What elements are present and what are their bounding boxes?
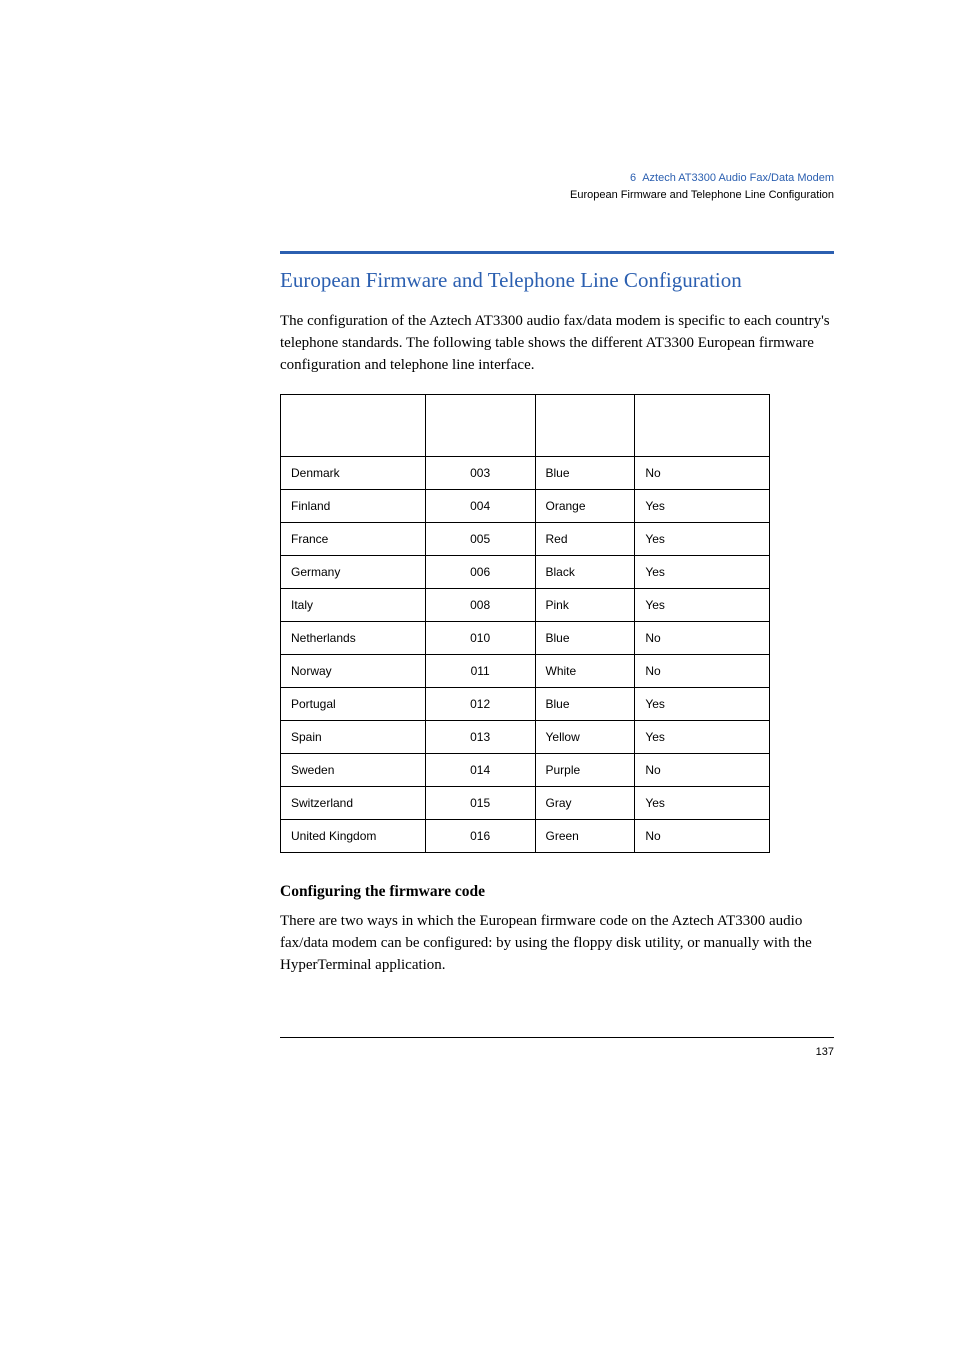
cell-code: 011	[425, 655, 535, 688]
cell-code: 010	[425, 622, 535, 655]
table-row: Netherlands 010 Blue No	[281, 622, 770, 655]
table-row: Spain 013 Yellow Yes	[281, 721, 770, 754]
col-header-code	[425, 395, 535, 457]
table-row: Finland 004 Orange Yes	[281, 490, 770, 523]
cell-country: France	[281, 523, 426, 556]
table-row: Switzerland 015 Gray Yes	[281, 787, 770, 820]
cell-code: 016	[425, 820, 535, 853]
cell-interface: Yes	[635, 523, 770, 556]
cell-interface: No	[635, 754, 770, 787]
cell-country: Norway	[281, 655, 426, 688]
cell-color: Purple	[535, 754, 635, 787]
subsection-body: There are two ways in which the European…	[280, 911, 834, 976]
table-row: Italy 008 Pink Yes	[281, 589, 770, 622]
section-rule	[280, 251, 834, 254]
cell-code: 008	[425, 589, 535, 622]
cell-color: Blue	[535, 622, 635, 655]
cell-color: Yellow	[535, 721, 635, 754]
cell-interface: No	[635, 622, 770, 655]
intro-paragraph: The configuration of the Aztech AT3300 a…	[280, 311, 834, 376]
header-subtitle: European Firmware and Telephone Line Con…	[570, 189, 834, 201]
chapter-number: 6	[630, 172, 636, 184]
cell-color: Blue	[535, 457, 635, 490]
cell-color: Orange	[535, 490, 635, 523]
cell-code: 014	[425, 754, 535, 787]
cell-interface: Yes	[635, 688, 770, 721]
cell-interface: Yes	[635, 721, 770, 754]
cell-color: Red	[535, 523, 635, 556]
cell-color: Black	[535, 556, 635, 589]
cell-code: 005	[425, 523, 535, 556]
cell-code: 003	[425, 457, 535, 490]
col-header-country	[281, 395, 426, 457]
page-content: 6 Aztech AT3300 Audio Fax/Data Modem Eur…	[0, 0, 954, 1118]
table-row: Portugal 012 Blue Yes	[281, 688, 770, 721]
cell-color: Gray	[535, 787, 635, 820]
cell-interface: No	[635, 457, 770, 490]
cell-color: White	[535, 655, 635, 688]
cell-code: 012	[425, 688, 535, 721]
table-row: Germany 006 Black Yes	[281, 556, 770, 589]
page-number: 137	[280, 1046, 834, 1058]
cell-country: Finland	[281, 490, 426, 523]
cell-country: Denmark	[281, 457, 426, 490]
cell-interface: Yes	[635, 589, 770, 622]
cell-country: Switzerland	[281, 787, 426, 820]
table-row: Denmark 003 Blue No	[281, 457, 770, 490]
cell-country: Spain	[281, 721, 426, 754]
table-row: Norway 011 White No	[281, 655, 770, 688]
cell-interface: Yes	[635, 787, 770, 820]
cell-country: Sweden	[281, 754, 426, 787]
cell-interface: No	[635, 655, 770, 688]
cell-country: Portugal	[281, 688, 426, 721]
cell-interface: Yes	[635, 556, 770, 589]
running-header: 6 Aztech AT3300 Audio Fax/Data Modem Eur…	[280, 170, 834, 203]
chapter-title: Aztech AT3300 Audio Fax/Data Modem	[642, 172, 834, 184]
cell-color: Blue	[535, 688, 635, 721]
cell-country: United Kingdom	[281, 820, 426, 853]
table-header-row	[281, 395, 770, 457]
cell-code: 013	[425, 721, 535, 754]
subsection-heading: Configuring the firmware code	[280, 883, 834, 901]
col-header-color	[535, 395, 635, 457]
cell-country: Germany	[281, 556, 426, 589]
table-row: United Kingdom 016 Green No	[281, 820, 770, 853]
cell-code: 004	[425, 490, 535, 523]
cell-country: Italy	[281, 589, 426, 622]
footer-rule	[280, 1037, 834, 1038]
table-row: France 005 Red Yes	[281, 523, 770, 556]
section-title: European Firmware and Telephone Line Con…	[280, 268, 834, 293]
chapter-label: 6 Aztech AT3300 Audio Fax/Data Modem	[630, 172, 834, 184]
firmware-config-table: Denmark 003 Blue No Finland 004 Orange Y…	[280, 394, 770, 853]
cell-code: 015	[425, 787, 535, 820]
cell-code: 006	[425, 556, 535, 589]
cell-color: Pink	[535, 589, 635, 622]
col-header-interface	[635, 395, 770, 457]
cell-interface: No	[635, 820, 770, 853]
table-row: Sweden 014 Purple No	[281, 754, 770, 787]
cell-country: Netherlands	[281, 622, 426, 655]
cell-color: Green	[535, 820, 635, 853]
cell-interface: Yes	[635, 490, 770, 523]
